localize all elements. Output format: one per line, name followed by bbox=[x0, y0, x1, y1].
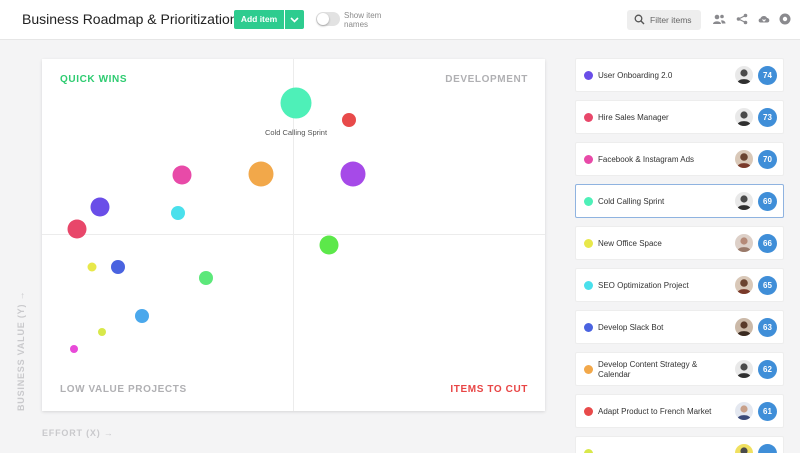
add-item-dropdown-button[interactable] bbox=[285, 10, 304, 29]
item-bubble[interactable] bbox=[67, 219, 87, 239]
avatar bbox=[735, 234, 753, 252]
item-name: Hire Sales Manager bbox=[598, 113, 669, 122]
item-name: Adapt Product to French Market bbox=[598, 407, 712, 416]
score-badge: 69 bbox=[758, 192, 777, 211]
score-badge: 66 bbox=[758, 234, 777, 253]
avatar bbox=[735, 108, 753, 126]
score-badge bbox=[758, 444, 777, 453]
list-item-selected[interactable]: Cold Calling Sprint 69 bbox=[575, 184, 784, 218]
avatar bbox=[735, 66, 753, 84]
item-bubble-label: Cold Calling Sprint bbox=[264, 128, 328, 137]
item-color-dot bbox=[584, 113, 593, 122]
item-bubble[interactable] bbox=[280, 87, 312, 119]
settings-icon[interactable] bbox=[778, 12, 792, 26]
item-bubble[interactable] bbox=[319, 235, 339, 255]
item-color-dot bbox=[584, 71, 593, 80]
show-names-toggle[interactable] bbox=[316, 12, 340, 26]
x-axis-label: EFFORT (X) → bbox=[42, 428, 114, 438]
list-item[interactable]: Facebook & Instagram Ads 70 bbox=[575, 142, 784, 176]
item-bubble[interactable] bbox=[340, 161, 366, 187]
share-icon[interactable] bbox=[735, 12, 749, 26]
item-bubble[interactable] bbox=[87, 262, 97, 272]
score-badge: 70 bbox=[758, 150, 777, 169]
item-bubble[interactable] bbox=[98, 328, 106, 336]
item-color-dot bbox=[584, 155, 593, 164]
list-item[interactable] bbox=[575, 436, 784, 453]
avatar bbox=[735, 192, 753, 210]
cloud-download-icon[interactable] bbox=[757, 12, 771, 26]
quadrant-label-items-to-cut: ITEMS TO CUT bbox=[450, 384, 528, 395]
item-color-dot bbox=[584, 323, 593, 332]
score-badge: 73 bbox=[758, 108, 777, 127]
quadrant-label-quick-wins: QUICK WINS bbox=[60, 74, 128, 85]
add-item-button[interactable]: Add item bbox=[234, 10, 284, 29]
item-bubble[interactable] bbox=[171, 206, 185, 220]
list-item[interactable]: New Office Space 66 bbox=[575, 226, 784, 260]
item-bubble[interactable] bbox=[70, 345, 78, 353]
item-name: New Office Space bbox=[598, 239, 662, 248]
top-bar: Business Roadmap & Prioritization Add it… bbox=[0, 0, 800, 40]
item-name: Develop Content Strategy & Calendar bbox=[598, 360, 698, 379]
filter-items-label: Filter items bbox=[650, 15, 692, 25]
item-color-dot bbox=[584, 407, 593, 416]
item-name: Cold Calling Sprint bbox=[598, 197, 665, 206]
item-bubble[interactable] bbox=[172, 165, 192, 185]
show-names-label: Show item names bbox=[344, 11, 382, 29]
list-item[interactable]: Develop Content Strategy & Calendar 62 bbox=[575, 352, 784, 386]
list-item[interactable]: SEO Optimization Project 65 bbox=[575, 268, 784, 302]
item-bubble[interactable] bbox=[90, 197, 110, 217]
item-color-dot bbox=[584, 197, 593, 206]
page-title: Business Roadmap & Prioritization bbox=[22, 11, 238, 27]
score-badge: 74 bbox=[758, 66, 777, 85]
list-item[interactable]: Develop Slack Bot 63 bbox=[575, 310, 784, 344]
search-icon bbox=[634, 14, 645, 25]
quadrant-label-low-value-projects: LOW VALUE PROJECTS bbox=[60, 384, 187, 395]
avatar bbox=[735, 276, 753, 294]
score-badge: 61 bbox=[758, 402, 777, 421]
item-name: User Onboarding 2.0 bbox=[598, 71, 673, 80]
item-name: Develop Slack Bot bbox=[598, 323, 664, 332]
avatar bbox=[735, 360, 753, 378]
item-bubble[interactable] bbox=[111, 260, 125, 274]
quadrant-label-development: DEVELOPMENT bbox=[445, 74, 528, 85]
avatar bbox=[735, 444, 753, 453]
list-item[interactable]: Hire Sales Manager 73 bbox=[575, 100, 784, 134]
item-name: Facebook & Instagram Ads bbox=[598, 155, 695, 164]
toggle-knob bbox=[317, 13, 329, 25]
list-item[interactable]: User Onboarding 2.0 74 bbox=[575, 58, 784, 92]
chevron-down-icon bbox=[290, 17, 299, 23]
item-color-dot bbox=[584, 239, 593, 248]
filter-items-input[interactable]: Filter items bbox=[627, 10, 701, 30]
item-color-dot bbox=[584, 449, 593, 453]
item-bubble[interactable] bbox=[342, 113, 356, 127]
item-color-dot bbox=[584, 365, 593, 374]
item-color-dot bbox=[584, 281, 593, 290]
item-name: SEO Optimization Project bbox=[598, 281, 689, 290]
y-axis-label: BUSINESS VALUE (Y) → bbox=[16, 290, 26, 411]
avatar bbox=[735, 150, 753, 168]
avatar bbox=[735, 318, 753, 336]
avatar bbox=[735, 402, 753, 420]
score-badge: 62 bbox=[758, 360, 777, 379]
item-bubble[interactable] bbox=[248, 161, 274, 187]
item-bubble[interactable] bbox=[135, 309, 149, 323]
item-bubble[interactable] bbox=[199, 271, 213, 285]
score-badge: 63 bbox=[758, 318, 777, 337]
score-badge: 65 bbox=[758, 276, 777, 295]
list-item[interactable]: Adapt Product to French Market 61 bbox=[575, 394, 784, 428]
users-icon[interactable] bbox=[712, 12, 726, 26]
prioritization-matrix: QUICK WINS DEVELOPMENT LOW VALUE PROJECT… bbox=[42, 59, 545, 411]
